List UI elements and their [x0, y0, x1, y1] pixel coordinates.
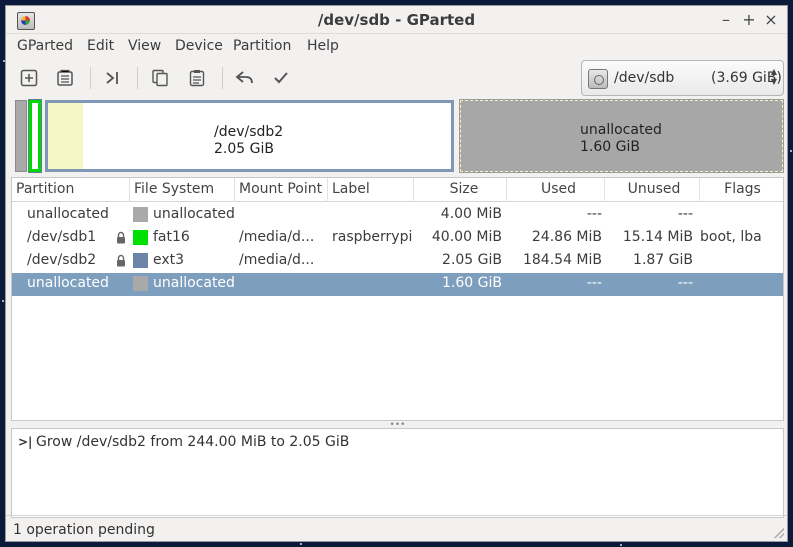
- cell-size: 2.05 GiB: [442, 252, 502, 268]
- operations-pane: >| Grow /dev/sdb2 from 244.00 MiB to 2.0…: [11, 428, 784, 518]
- toolbar-separator: [90, 67, 91, 89]
- toolbar-separator: [137, 67, 138, 89]
- background-star: [790, 150, 792, 152]
- cell-label: raspberrypi: [332, 229, 413, 245]
- column-header-filesystem[interactable]: File System: [130, 178, 235, 202]
- cell-unused: 15.14 MiB: [622, 229, 693, 245]
- cell-used: ---: [586, 206, 602, 222]
- diskmap-sdb2-label: /dev/sdb2 2.05 GiB: [214, 124, 283, 158]
- status-bar: 1 operation pending: [6, 515, 787, 541]
- column-header-label[interactable]: Label: [328, 178, 414, 202]
- cell-used: 24.86 MiB: [531, 229, 602, 245]
- resize-move-icon: >|: [18, 435, 33, 449]
- cell-used: 184.54 MiB: [522, 252, 602, 268]
- window-title: /dev/sdb - GParted: [317, 11, 476, 29]
- new-partition-icon[interactable]: [16, 65, 42, 91]
- cell-filesystem: fat16: [153, 229, 190, 245]
- cell-unused: ---: [677, 206, 693, 222]
- cell-filesystem: ext3: [153, 252, 185, 268]
- filesystem-color-swatch: [133, 276, 148, 291]
- delete-icon[interactable]: [52, 65, 78, 91]
- menu-edit[interactable]: Edit: [87, 38, 114, 54]
- cell-used: ---: [586, 275, 602, 291]
- filesystem-color-swatch: [133, 253, 148, 268]
- table-row[interactable]: unallocated unallocated 4.00 MiB --- ---: [12, 204, 783, 227]
- menu-device[interactable]: Device: [175, 38, 223, 54]
- column-header-mountpoint[interactable]: Mount Point: [235, 178, 328, 202]
- menu-gparted[interactable]: GParted: [17, 38, 73, 54]
- cell-partition: unallocated: [27, 206, 109, 222]
- status-text: 1 operation pending: [13, 522, 155, 538]
- menu-bar: GParted Edit View Device Partition Help: [6, 35, 787, 59]
- cell-size: 40.00 MiB: [431, 229, 502, 245]
- operation-text: Grow /dev/sdb2 from 244.00 MiB to 2.05 G…: [36, 434, 350, 450]
- cell-mountpoint: /media/d...: [239, 229, 315, 245]
- cell-unused: 1.87 GiB: [633, 252, 693, 268]
- table-row[interactable]: unallocated unallocated 1.60 GiB --- ---: [12, 273, 783, 296]
- resize-move-icon[interactable]: [100, 65, 126, 91]
- diskmap-sdb2-name: /dev/sdb2: [214, 124, 284, 140]
- cell-mountpoint: /media/d...: [239, 252, 315, 268]
- cell-size: 1.60 GiB: [442, 275, 502, 291]
- diskmap-unallocated[interactable]: unallocated 1.60 GiB: [459, 99, 784, 173]
- diskmap-unallocated-size: 1.60 GiB: [580, 139, 640, 155]
- diskmap-sdb1[interactable]: [28, 99, 42, 173]
- lock-icon: [116, 231, 126, 244]
- minimize-icon[interactable]: –: [718, 10, 734, 29]
- spin-arrows-icon: ▲ ▼: [770, 67, 777, 86]
- cell-size: 4.00 MiB: [440, 206, 502, 222]
- resize-grip-icon[interactable]: [774, 528, 784, 538]
- background-star: [300, 543, 302, 545]
- undo-icon[interactable]: [232, 65, 258, 91]
- harddisk-icon: [588, 69, 608, 89]
- cell-flags: boot, lba: [700, 229, 762, 245]
- paste-icon[interactable]: [184, 65, 210, 91]
- column-header-size[interactable]: Size: [414, 178, 507, 202]
- disk-map: /dev/sdb2 2.05 GiB unallocated 1.60 GiB: [11, 99, 784, 173]
- maximize-icon[interactable]: +: [741, 10, 757, 29]
- diskmap-sdb2-size: 2.05 GiB: [214, 141, 274, 157]
- diskmap-unallocated-small[interactable]: [15, 100, 27, 172]
- diskmap-sdb2-used: [48, 103, 83, 169]
- filesystem-color-swatch: [133, 230, 148, 245]
- device-name: /dev/sdb: [614, 70, 675, 86]
- lock-icon: [116, 254, 126, 267]
- cell-partition: unallocated: [27, 275, 109, 291]
- menu-help[interactable]: Help: [307, 38, 339, 54]
- copy-icon[interactable]: [147, 65, 173, 91]
- apply-icon[interactable]: [268, 65, 294, 91]
- cell-filesystem: unallocated: [153, 206, 235, 222]
- cell-partition: /dev/sdb2: [27, 252, 97, 268]
- device-selector[interactable]: /dev/sdb (3.69 GiB) ▲ ▼: [581, 60, 784, 96]
- column-header-flags[interactable]: Flags: [700, 178, 785, 202]
- close-icon[interactable]: ×: [763, 10, 779, 29]
- menu-view[interactable]: View: [128, 38, 161, 54]
- cell-partition: /dev/sdb1: [27, 229, 97, 245]
- diskmap-sdb2[interactable]: /dev/sdb2 2.05 GiB: [45, 100, 454, 172]
- column-header-partition[interactable]: Partition: [12, 178, 130, 202]
- table-row[interactable]: /dev/sdb2 ext3/media/d... 2.05 GiB 184.54 M…: [12, 250, 783, 273]
- column-header-used[interactable]: Used: [507, 178, 605, 202]
- gparted-window: /dev/sdb - GParted – + × GParted Edit Vi…: [5, 5, 788, 542]
- background-star: [620, 544, 622, 546]
- background-star: [2, 300, 4, 302]
- filesystem-color-swatch: [133, 207, 148, 222]
- diskmap-unallocated-label: unallocated 1.60 GiB: [580, 122, 662, 156]
- table-row[interactable]: /dev/sdb1 fat16/media/d... raspberrypi 40.0…: [12, 227, 783, 250]
- partition-table: Partition File System Mount Point Label …: [11, 177, 784, 421]
- diskmap-unallocated-name: unallocated: [580, 122, 662, 138]
- column-header-unused[interactable]: Unused: [605, 178, 700, 202]
- title-bar[interactable]: /dev/sdb - GParted – + ×: [6, 6, 787, 34]
- cell-filesystem: unallocated: [153, 275, 235, 291]
- table-header: Partition File System Mount Point Label …: [12, 178, 783, 202]
- toolbar-separator: [222, 67, 223, 89]
- menu-partition[interactable]: Partition: [233, 38, 291, 54]
- cell-unused: ---: [677, 275, 693, 291]
